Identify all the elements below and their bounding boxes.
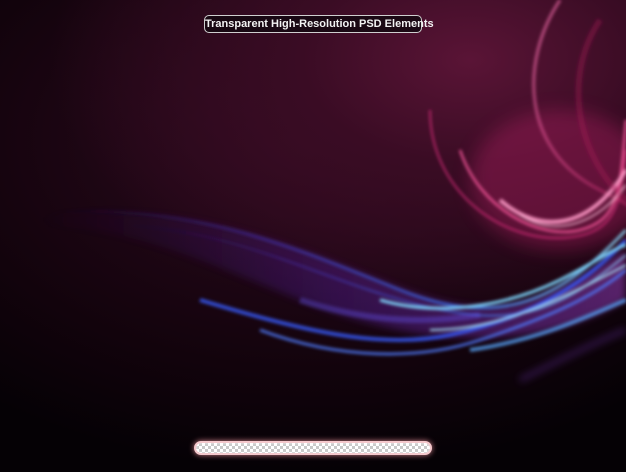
title-badge-text: Transparent High-Resolution PSD Elements [205,18,434,30]
title-badge: Transparent High-Resolution PSD Elements [204,15,434,33]
wave-illustration [40,0,626,383]
pink-glow [470,110,626,250]
lower-violet-tail [518,327,626,383]
transparency-preview-bar [194,441,432,455]
abstract-wave-artwork: Transparent High-Resolution PSD Elements [0,0,626,472]
